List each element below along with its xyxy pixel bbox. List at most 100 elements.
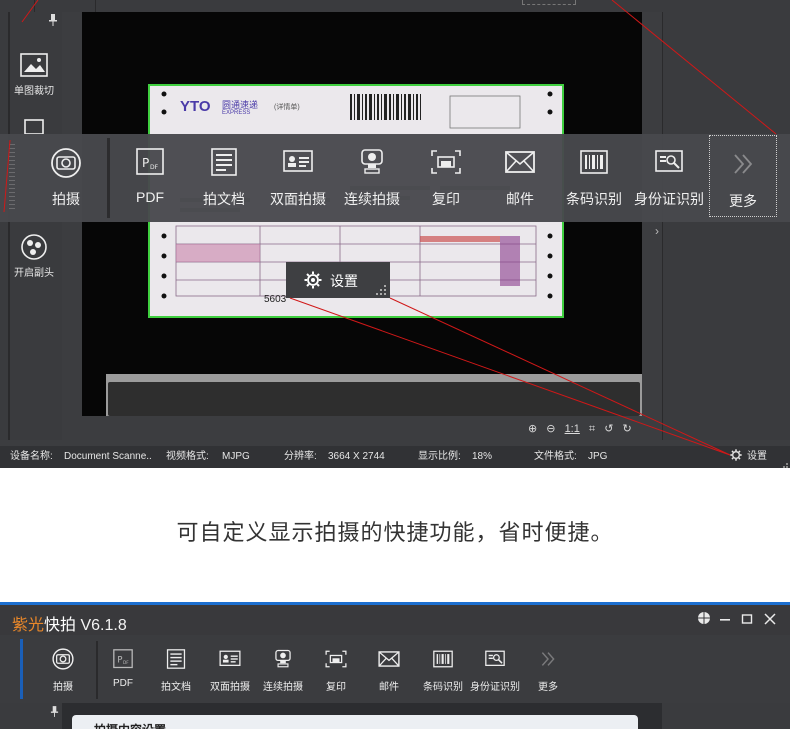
tool-pdf[interactable]: P DF PDF bbox=[100, 635, 146, 703]
settings-popup[interactable]: 设置 bbox=[286, 262, 390, 298]
svg-text:P: P bbox=[142, 156, 149, 170]
status-bar: 设备名称: Document Scanne.. 视频格式: MJPG 分辨率: … bbox=[0, 446, 790, 468]
status-ratio-value: 18% bbox=[472, 451, 493, 462]
tool-copy[interactable]: 复印 bbox=[314, 635, 358, 703]
sidebar-tool-secondary-camera[interactable]: 开启副头 bbox=[12, 234, 56, 279]
tool-label: 条码识别 bbox=[423, 682, 463, 693]
barcode-icon bbox=[431, 648, 455, 670]
tool-document[interactable]: 拍文档 bbox=[188, 134, 260, 222]
id-recognition-icon bbox=[483, 648, 507, 670]
globe-icon[interactable] bbox=[695, 611, 713, 629]
tool-pdf[interactable]: P DF PDF bbox=[114, 134, 186, 222]
tool-more[interactable]: 更多 bbox=[709, 135, 777, 217]
close-icon[interactable] bbox=[761, 611, 779, 629]
settings-panel: 拍摄内容设置 bbox=[72, 715, 638, 729]
toolbar-divider bbox=[96, 641, 98, 699]
camera-preview: YTO 圆通速递 EXPRESS (详情单) 5603 ⊕ ⊖ 1:1 ⌗ ↺ … bbox=[62, 12, 662, 440]
zoom-in-icon[interactable]: ⊕ bbox=[528, 422, 537, 435]
tool-mail[interactable]: 邮件 bbox=[366, 635, 412, 703]
tool-continuous[interactable]: 连续拍摄 bbox=[336, 134, 408, 222]
tool-copy[interactable]: 复印 bbox=[410, 134, 482, 222]
tool-label: 复印 bbox=[326, 682, 346, 693]
minimize-icon[interactable] bbox=[716, 611, 734, 629]
chevron-right-icon[interactable]: › bbox=[655, 224, 659, 238]
fit-icon[interactable]: ⌗ bbox=[589, 423, 595, 436]
tool-label: 连续拍摄 bbox=[263, 682, 303, 693]
tool-mail[interactable]: 邮件 bbox=[484, 134, 556, 222]
status-video-label: 视频格式: bbox=[166, 451, 209, 462]
top-toolbar-strip bbox=[0, 0, 790, 12]
tool-label: 邮件 bbox=[506, 191, 534, 207]
document-icon bbox=[164, 648, 188, 670]
sidebar-tool-crop[interactable]: 单图裁切 bbox=[12, 52, 56, 97]
sidebar-tool-label: 单图裁切 bbox=[14, 86, 54, 97]
tool-continuous[interactable]: 连续拍摄 bbox=[258, 635, 308, 703]
mail-icon bbox=[503, 148, 537, 176]
mail-icon bbox=[377, 648, 401, 670]
rotate-right-icon[interactable]: ↻ bbox=[622, 422, 631, 435]
barcode-icon bbox=[577, 148, 611, 176]
tool-label: PDF bbox=[113, 678, 133, 689]
status-video-value: MJPG bbox=[222, 451, 250, 462]
status-settings-button[interactable]: 设置 bbox=[730, 446, 767, 468]
tool-barcode[interactable]: 条码识别 bbox=[558, 134, 630, 222]
copy-printer-icon bbox=[324, 648, 348, 670]
sidebar-tool-label: 开启副头 bbox=[14, 268, 54, 279]
pin-icon[interactable] bbox=[48, 14, 58, 26]
app-version: V6.1.8 bbox=[80, 617, 127, 634]
tool-capture[interactable]: 拍摄 bbox=[28, 134, 104, 222]
tool-duplex[interactable]: 双面拍摄 bbox=[262, 134, 334, 222]
tool-label: 拍摄 bbox=[53, 682, 73, 693]
rotate-left-icon[interactable]: ↺ bbox=[604, 422, 613, 435]
id-card-icon bbox=[218, 648, 242, 670]
tool-label: 复印 bbox=[432, 191, 460, 207]
secondary-camera-icon bbox=[19, 234, 49, 260]
right-panel: › bbox=[655, 12, 790, 440]
zoom-out-icon[interactable]: ⊖ bbox=[546, 422, 555, 435]
settings-panel-title: 拍摄内容设置 bbox=[94, 721, 166, 729]
status-device-value: Document Scanne.. bbox=[64, 451, 152, 462]
zoom-controls: ⊕ ⊖ 1:1 ⌗ ↺ ↻ bbox=[528, 422, 638, 438]
status-resolution-value: 3664 X 2744 bbox=[328, 451, 385, 462]
tool-label: 连续拍摄 bbox=[344, 191, 400, 207]
tool-barcode[interactable]: 条码识别 bbox=[418, 635, 468, 703]
tool-label: 拍摄 bbox=[52, 191, 80, 207]
toolbar-divider bbox=[107, 138, 110, 218]
top-app-screenshot: 单图裁切 开启副头 YTO 圆通速递 EXPRESS (详情单) 5603 ⊕ … bbox=[0, 0, 790, 468]
caption-text: 可自定义显示拍摄的快捷功能，省时便捷。 bbox=[176, 520, 614, 545]
tool-document[interactable]: 拍文档 bbox=[152, 635, 200, 703]
tool-more[interactable]: 更多 bbox=[528, 635, 568, 703]
courier-sub: EXPRESS bbox=[222, 110, 251, 116]
settings-popup-label: 设置 bbox=[330, 273, 358, 289]
main-toolbar: 拍摄 P DF PDF 拍文档 双面拍摄 连续拍摄 复印 邮件 条码识别 身份证… bbox=[0, 635, 790, 703]
resize-grip-icon bbox=[374, 282, 386, 295]
app-brand: 紫光 bbox=[12, 617, 45, 634]
status-resolution-label: 分辨率: bbox=[284, 451, 317, 462]
svg-text:DF: DF bbox=[150, 164, 159, 171]
tool-id-recognition[interactable]: 身份证识别 bbox=[630, 134, 708, 222]
actual-size-button[interactable]: 1:1 bbox=[565, 423, 580, 435]
sidebar-tool-hidden[interactable] bbox=[12, 116, 56, 134]
more-dashed-box bbox=[522, 0, 576, 5]
image-crop-icon bbox=[19, 52, 49, 78]
drag-grip-icon[interactable] bbox=[8, 140, 16, 216]
workspace-area: 拍摄内容设置 bbox=[0, 703, 790, 729]
tool-duplex[interactable]: 双面拍摄 bbox=[205, 635, 255, 703]
pin-icon[interactable] bbox=[50, 706, 59, 720]
continuous-shoot-icon bbox=[271, 648, 295, 670]
tool-id-recognition[interactable]: 身份证识别 bbox=[466, 635, 524, 703]
tool-label: 拍文档 bbox=[161, 682, 191, 693]
gear-icon bbox=[304, 271, 322, 289]
title-bar: 紫光快拍 V6.1.8 bbox=[0, 605, 790, 635]
tool-label: 双面拍摄 bbox=[210, 682, 250, 693]
maximize-icon[interactable] bbox=[738, 611, 756, 629]
caption-band: 可自定义显示拍摄的快捷功能，省时便捷。 bbox=[0, 468, 790, 602]
tool-capture[interactable]: 拍摄 bbox=[38, 635, 88, 703]
status-ratio-label: 显示比例: bbox=[418, 451, 461, 462]
tool-label: 更多 bbox=[729, 193, 757, 209]
tool-label: 邮件 bbox=[379, 682, 399, 693]
tool-label: 条码识别 bbox=[566, 191, 622, 207]
svg-text:DF: DF bbox=[123, 660, 129, 665]
id-card-icon bbox=[281, 148, 315, 176]
status-file-value: JPG bbox=[588, 451, 608, 462]
